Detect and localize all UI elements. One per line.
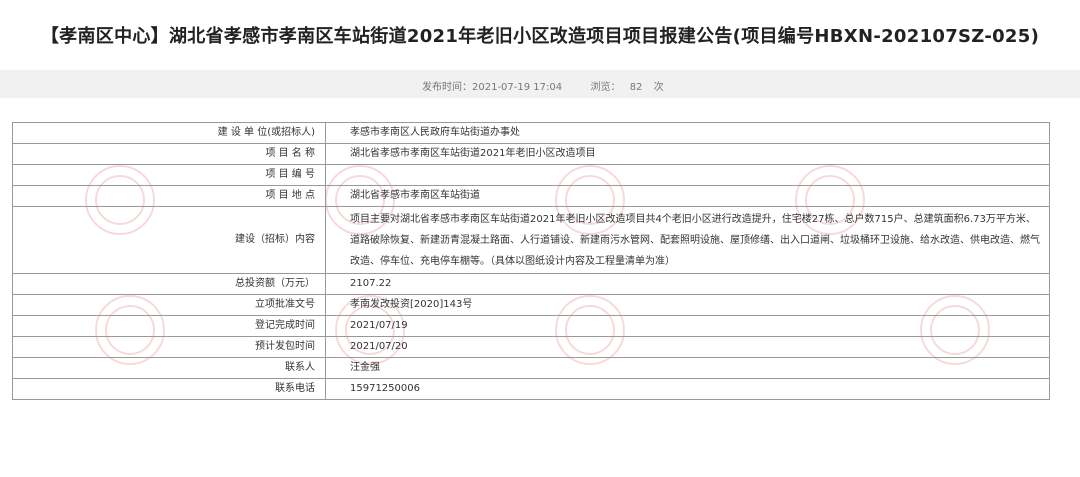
row-label: 项 目 编 号	[12, 164, 326, 186]
page-title: 【孝南区中心】湖北省孝感市孝南区车站街道2021年老旧小区改造项目项目报建公告(…	[40, 26, 1040, 47]
row-label: 联系电话	[12, 378, 326, 400]
row-value	[325, 164, 1050, 186]
table-row: 项 目 地 点 湖北省孝感市孝南区车站街道	[12, 185, 1050, 207]
row-label: 建 设 单 位(或招标人)	[12, 122, 326, 144]
row-label: 项 目 地 点	[12, 185, 326, 207]
views-unit: 次	[653, 82, 664, 93]
row-value: 孝南发改投资[2020]143号	[325, 294, 1050, 316]
row-label: 预计发包时间	[12, 336, 326, 358]
table-row: 联系电话 15971250006	[12, 378, 1050, 400]
row-label: 总投资额（万元）	[12, 273, 326, 295]
row-value: 2021/07/19	[325, 315, 1050, 337]
views-count: 82	[629, 82, 643, 93]
table-row: 建设（招标）内容 项目主要对湖北省孝感市孝南区车站街道2021年老旧小区改造项目…	[12, 206, 1050, 274]
views-label: 浏览：	[590, 82, 621, 93]
table-row: 建 设 单 位(或招标人) 孝感市孝南区人民政府车站街道办事处	[12, 122, 1050, 144]
row-value: 汪金强	[325, 357, 1050, 379]
table-row: 联系人 汪金强	[12, 357, 1050, 379]
project-info-table: 建 设 单 位(或招标人) 孝感市孝南区人民政府车站街道办事处 项 目 名 称 …	[12, 122, 1050, 400]
row-value: 2021/07/20	[325, 336, 1050, 358]
row-value: 湖北省孝感市孝南区车站街道	[325, 185, 1050, 207]
meta-bar: 发布时间：2021-07-19 17:04 浏览： 82 次	[0, 70, 1080, 98]
row-label: 立项批准文号	[12, 294, 326, 316]
table-row: 预计发包时间 2021/07/20	[12, 336, 1050, 358]
row-value: 项目主要对湖北省孝感市孝南区车站街道2021年老旧小区改造项目共4个老旧小区进行…	[325, 206, 1050, 274]
table-row: 项 目 编 号	[12, 164, 1050, 186]
row-label: 建设（招标）内容	[12, 206, 326, 274]
publish-time: 2021-07-19 17:04	[472, 82, 563, 93]
table-row: 总投资额（万元） 2107.22	[12, 273, 1050, 295]
table-row: 项 目 名 称 湖北省孝感市孝南区车站街道2021年老旧小区改造项目	[12, 143, 1050, 165]
row-label: 登记完成时间	[12, 315, 326, 337]
table-row: 立项批准文号 孝南发改投资[2020]143号	[12, 294, 1050, 316]
row-value: 孝感市孝南区人民政府车站街道办事处	[325, 122, 1050, 144]
row-value: 2107.22	[325, 273, 1050, 295]
row-value: 湖北省孝感市孝南区车站街道2021年老旧小区改造项目	[325, 143, 1050, 165]
row-label: 项 目 名 称	[12, 143, 326, 165]
table-row: 登记完成时间 2021/07/19	[12, 315, 1050, 337]
row-label: 联系人	[12, 357, 326, 379]
publish-label: 发布时间：	[422, 82, 472, 93]
row-value: 15971250006	[325, 378, 1050, 400]
meta-info: 发布时间：2021-07-19 17:04 浏览： 82 次	[422, 78, 664, 93]
